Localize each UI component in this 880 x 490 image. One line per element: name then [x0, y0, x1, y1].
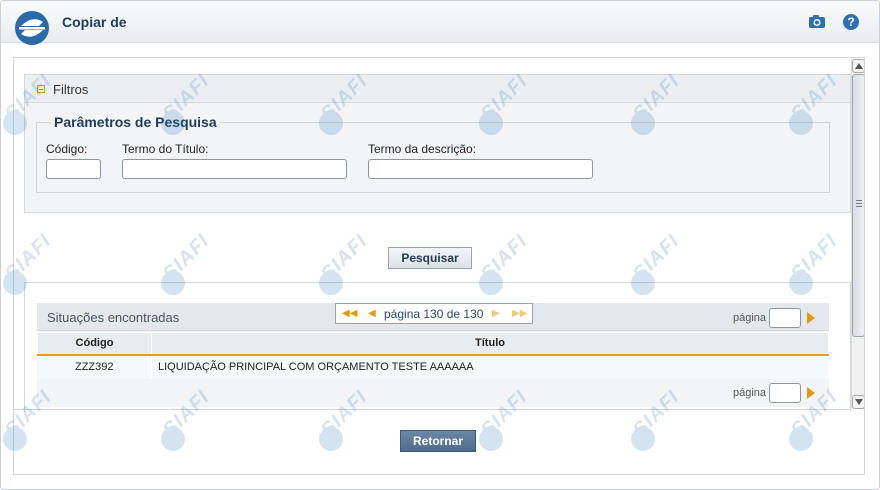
filters-panel: Filtros Parâmetros de Pesquisa Código: T…	[24, 74, 851, 213]
previous-page-icon[interactable]: ◀	[368, 308, 376, 319]
descricao-label: Termo da descrição:	[368, 142, 477, 156]
search-parameters-fieldset: Parâmetros de Pesquisa Código: Termo do …	[36, 114, 830, 193]
descricao-input[interactable]	[368, 159, 593, 179]
search-parameters-legend: Parâmetros de Pesquisa	[51, 114, 220, 130]
results-container: Situações encontradas ◀◀ ◀ página 130 de…	[37, 303, 829, 407]
codigo-label: Código:	[46, 142, 88, 156]
last-page-icon[interactable]: ▶▶	[512, 308, 527, 319]
help-icon[interactable]: ?	[843, 14, 859, 30]
next-page-icon[interactable]: ▶	[492, 308, 500, 319]
scroll-up-button[interactable]	[852, 59, 864, 73]
column-header-titulo[interactable]: Título	[151, 332, 829, 356]
go-page-icon-top[interactable]	[807, 312, 815, 324]
pager-text: página 130 de 130	[384, 307, 484, 321]
siafi-logo-icon	[15, 11, 49, 45]
search-button[interactable]: Pesquisar	[388, 247, 472, 269]
results-title: Situações encontradas	[47, 310, 180, 325]
grip-icon	[856, 200, 862, 207]
cell-codigo: ZZZ392	[37, 354, 152, 379]
pager: ◀◀ ◀ página 130 de 130 ▶ ▶▶	[335, 303, 533, 324]
results-panel: Situações encontradas ◀◀ ◀ página 130 de…	[24, 282, 851, 412]
column-header-codigo[interactable]: Código	[37, 332, 152, 356]
dialog-window: Copiar de ? Filtros Parâmetros de Pesqui…	[0, 0, 880, 490]
camera-icon[interactable]	[808, 13, 826, 31]
title-bar: Copiar de ?	[1, 1, 879, 45]
filters-header[interactable]: Filtros	[25, 75, 850, 103]
collapse-icon[interactable]	[37, 85, 45, 93]
divider	[14, 409, 850, 410]
filters-label: Filtros	[53, 82, 89, 97]
page-label-top: página	[733, 312, 767, 324]
titulo-input[interactable]	[122, 159, 347, 179]
scroll-down-button[interactable]	[852, 395, 864, 409]
dialog-title: Copiar de	[62, 14, 127, 30]
codigo-input[interactable]	[46, 159, 101, 179]
page-input-top[interactable]	[769, 308, 801, 328]
cell-titulo: LIQUIDAÇÃO PRINCIPAL COM ORÇAMENTO TESTE…	[151, 354, 829, 379]
vertical-scrollbar[interactable]	[851, 59, 864, 409]
titulo-label: Termo do Título:	[122, 142, 209, 156]
first-page-icon[interactable]: ◀◀	[342, 308, 357, 319]
return-button[interactable]: Retornar	[400, 430, 476, 452]
page-input-bottom[interactable]	[769, 383, 801, 403]
dialog-content: Filtros Parâmetros de Pesquisa Código: T…	[13, 57, 865, 475]
table-row[interactable]: ZZZ392 LIQUIDAÇÃO PRINCIPAL COM ORÇAMENT…	[37, 354, 829, 379]
results-header: Situações encontradas ◀◀ ◀ página 130 de…	[37, 303, 829, 331]
go-page-icon-bottom[interactable]	[807, 387, 815, 399]
scrollbar-thumb[interactable]	[852, 74, 864, 337]
results-table: Código Título ZZZ392 LIQUIDAÇÃO PRINCIPA…	[37, 332, 829, 379]
page-label-bottom: página	[733, 387, 767, 399]
